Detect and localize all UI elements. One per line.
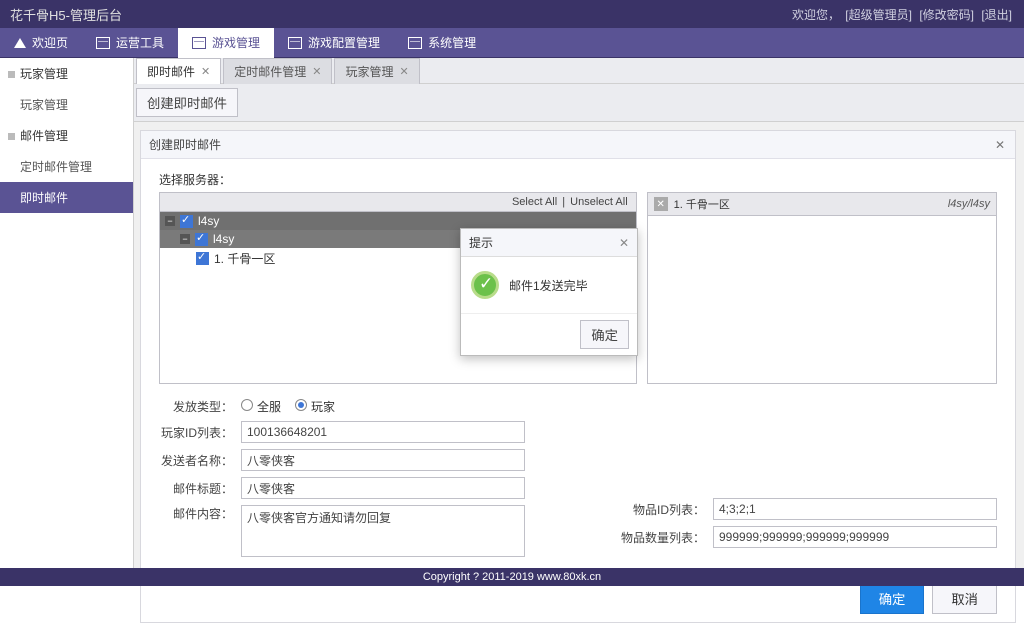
modal-close-icon[interactable]: ✕ [619, 236, 629, 250]
nav-system-mgmt[interactable]: 系统管理 [394, 28, 490, 58]
checkbox-checked-icon[interactable] [180, 215, 193, 228]
radio-all-servers[interactable]: 全服 [241, 398, 281, 415]
item-id-label: 物品ID列表： [619, 501, 705, 518]
page-icon [408, 37, 422, 49]
sender-input[interactable] [241, 449, 525, 471]
item-id-input[interactable] [713, 498, 997, 520]
nav-ops-tools[interactable]: 运营工具 [82, 28, 178, 58]
app-title: 花千骨H5-管理后台 [10, 5, 122, 24]
panel-title: 创建即时邮件 [149, 136, 221, 153]
success-icon [471, 271, 499, 299]
nav-welcome[interactable]: 欢迎页 [0, 28, 82, 58]
select-all-link[interactable]: Select All [512, 196, 557, 208]
nav-game-mgmt[interactable]: 游戏管理 [178, 28, 274, 58]
radio-player[interactable]: 玩家 [295, 398, 335, 415]
radio-checked-icon [295, 399, 307, 411]
square-icon [8, 71, 15, 78]
selected-server-panel: ✕ 1. 千骨一区 l4sy/l4sy [647, 192, 997, 384]
modal-title: 提示 [469, 234, 493, 251]
create-mail-panel: 创建即时邮件 ✕ 选择服务器： Select All | Unselect Al… [140, 130, 1016, 623]
panel-confirm-button[interactable]: 确定 [860, 583, 925, 614]
item-qty-label: 物品数量列表： [619, 529, 705, 546]
page-icon [288, 37, 302, 49]
home-icon [14, 38, 26, 48]
collapse-icon[interactable]: − [180, 234, 190, 244]
mail-title-label: 邮件标题： [159, 480, 233, 497]
panel-cancel-button[interactable]: 取消 [932, 583, 997, 614]
mail-content-input[interactable] [241, 505, 525, 557]
nav-game-config[interactable]: 游戏配置管理 [274, 28, 394, 58]
checkbox-checked-icon[interactable] [195, 233, 208, 246]
create-instant-mail-button[interactable]: 创建即时邮件 [136, 88, 238, 117]
dist-type-label: 发放类型： [159, 398, 233, 415]
side-group-mail[interactable]: 邮件管理 [0, 120, 133, 151]
selected-server-path: l4sy/l4sy [948, 198, 990, 210]
panel-close-icon[interactable]: ✕ [993, 138, 1007, 152]
sub-tab-timed-mail[interactable]: 定时邮件管理✕ [223, 58, 332, 84]
select-server-label: 选择服务器： [159, 171, 997, 188]
header-user-block: 欢迎您， [超级管理员] [修改密码] [退出] [792, 6, 1014, 23]
collapse-icon[interactable]: − [165, 216, 175, 226]
side-group-player[interactable]: 玩家管理 [0, 58, 133, 89]
player-id-label: 玩家ID列表： [159, 424, 233, 441]
close-icon[interactable]: ✕ [399, 65, 408, 78]
radio-icon [241, 399, 253, 411]
change-password-link[interactable]: [修改密码] [919, 8, 974, 22]
page-icon [96, 37, 110, 49]
square-icon [8, 133, 15, 140]
selected-server-label: 1. 千骨一区 [674, 196, 730, 212]
side-item-player-mgmt[interactable]: 玩家管理 [0, 89, 133, 120]
welcome-text: 欢迎您， [792, 8, 840, 22]
user-role-link[interactable]: [超级管理员] [845, 8, 912, 22]
player-id-input[interactable] [241, 421, 525, 443]
side-item-timed-mail[interactable]: 定时邮件管理 [0, 151, 133, 182]
sender-label: 发送者名称： [159, 452, 233, 469]
sub-tab-player-mgmt[interactable]: 玩家管理✕ [334, 58, 419, 84]
modal-ok-button[interactable]: 确定 [580, 320, 629, 349]
close-icon[interactable]: ✕ [312, 65, 321, 78]
item-qty-input[interactable] [713, 526, 997, 548]
sub-tab-instant-mail[interactable]: 即时邮件✕ [136, 58, 221, 84]
page-icon [192, 37, 206, 49]
footer: Copyright ? 2011-2019 www.80xk.cn [0, 568, 1024, 586]
mail-content-label: 邮件内容： [159, 505, 233, 522]
modal-message: 邮件1发送完毕 [509, 277, 588, 294]
remove-selected-icon[interactable]: ✕ [654, 197, 668, 211]
logout-link[interactable]: [退出] [981, 8, 1012, 22]
close-icon[interactable]: ✕ [201, 65, 210, 78]
unselect-all-link[interactable]: Unselect All [570, 196, 627, 208]
main-nav: 欢迎页 运营工具 游戏管理 游戏配置管理 系统管理 [0, 28, 1024, 58]
alert-modal: 提示 ✕ 邮件1发送完毕 确定 [460, 228, 638, 356]
side-item-instant-mail[interactable]: 即时邮件 [0, 182, 133, 213]
checkbox-checked-icon[interactable] [196, 252, 209, 265]
mail-title-input[interactable] [241, 477, 525, 499]
sidebar: 玩家管理 玩家管理 邮件管理 定时邮件管理 即时邮件 [0, 58, 134, 568]
sub-tabs: 即时邮件✕ 定时邮件管理✕ 玩家管理✕ [134, 58, 1024, 84]
